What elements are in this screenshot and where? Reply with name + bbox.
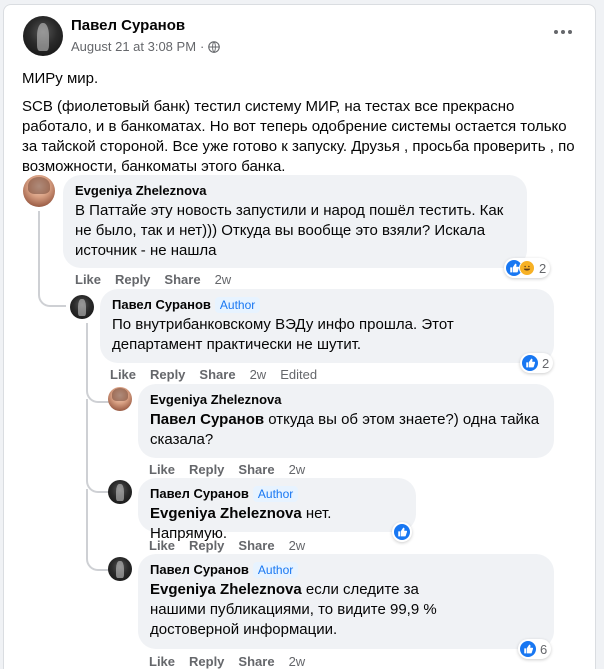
share-button[interactable]: Share [199, 367, 235, 382]
author-badge: Author [214, 297, 261, 313]
comment-actions: Like Reply Share 2w [149, 538, 319, 553]
comment-reactions[interactable]: 6 [518, 639, 552, 659]
comment-actions: Like Reply Share 2w [149, 654, 319, 669]
comment-reactions[interactable]: 2 [504, 258, 551, 278]
comment-author[interactable]: Павел Суранов [112, 297, 211, 312]
share-button[interactable]: Share [238, 538, 274, 553]
comment-author[interactable]: Павел Суранов [150, 486, 249, 501]
comment-time[interactable]: 2w [289, 654, 306, 669]
comment-time[interactable]: 2w [215, 272, 232, 287]
commenter-avatar[interactable] [108, 480, 132, 504]
comment-bubble: Evgeniya Zheleznova Павел Суранов откуда… [138, 384, 554, 458]
post-title-line: МИРу мир. [22, 70, 99, 87]
post-card: Павел Суранов August 21 at 3:08 PM · МИР… [3, 4, 596, 669]
edited-label: Edited [280, 367, 318, 382]
reaction-count: 2 [542, 355, 550, 371]
comment-actions: Like Reply Share 2w [75, 272, 245, 287]
commenter-avatar[interactable] [108, 557, 132, 581]
reply-button[interactable]: Reply [189, 462, 224, 477]
like-button[interactable]: Like [75, 272, 101, 287]
reaction-count: 2 [539, 260, 547, 276]
comment-text: Павел Суранов откуда вы об этом знаете?)… [150, 410, 542, 450]
thread-line [38, 211, 66, 307]
comment-bubble: Evgeniya Zheleznova В Паттайе эту новост… [63, 175, 527, 268]
more-options-button[interactable] [552, 25, 574, 37]
post-meta: August 21 at 3:08 PM · [71, 39, 221, 54]
comment-bubble: Павел Суранов Author Evgeniya Zheleznova … [138, 554, 554, 649]
comment-actions: Like Reply Share 2w Edited [110, 367, 317, 382]
post-date[interactable]: August 21 at 3:08 PM [71, 39, 196, 54]
more-horizontal-icon [554, 30, 572, 34]
comment-bubble: Павел Суранов Author Evgeniya Zheleznova … [138, 478, 416, 542]
comment-author-line: Павел Суранов Author [112, 297, 542, 313]
mention-link[interactable]: Evgeniya Zheleznova [150, 505, 302, 522]
comment-author[interactable]: Павел Суранов [150, 562, 249, 577]
comment-reactions[interactable] [392, 522, 412, 542]
comment-author-line: Павел Суранов Author [150, 486, 404, 502]
like-reaction-icon [522, 355, 538, 371]
mention-link[interactable]: Evgeniya Zheleznova [150, 581, 302, 598]
comment-bubble: Павел Суранов Author По внутрибанковскому… [100, 289, 554, 363]
like-button[interactable]: Like [149, 538, 175, 553]
like-reaction-icon [520, 641, 536, 657]
reply-button[interactable]: Reply [189, 538, 224, 553]
commenter-avatar[interactable] [70, 295, 94, 319]
comment-author-line: Павел Суранов Author [150, 562, 542, 578]
comment-time[interactable]: 2w [289, 538, 306, 553]
reply-button[interactable]: Reply [150, 367, 185, 382]
thread-line [86, 489, 110, 571]
post-author-avatar[interactable] [23, 16, 63, 56]
share-button[interactable]: Share [238, 462, 274, 477]
commenter-avatar[interactable] [23, 175, 55, 207]
comment-time[interactable]: 2w [250, 367, 267, 382]
like-button[interactable]: Like [110, 367, 136, 382]
comment-actions: Like Reply Share 2w [149, 462, 319, 477]
comment-author[interactable]: Evgeniya Zheleznova [75, 183, 515, 199]
reply-button[interactable]: Reply [189, 654, 224, 669]
thread-line [86, 399, 110, 493]
haha-reaction-icon [519, 260, 535, 276]
like-reaction-icon [394, 524, 410, 540]
commenter-avatar[interactable] [108, 387, 132, 411]
author-badge: Author [252, 562, 299, 578]
comment-text: В Паттайе эту новость запустили и народ … [75, 202, 504, 259]
comment-reactions[interactable]: 2 [520, 353, 554, 373]
post-body: SCB (фиолетовый банк) тестил систему МИР… [22, 98, 575, 175]
post-author-name[interactable]: Павел Суранов [71, 17, 185, 34]
meta-separator: · [200, 39, 205, 54]
like-button[interactable]: Like [149, 462, 175, 477]
comment-text: По внутрибанковскому ВЭДу инфо прошла. Э… [112, 316, 454, 353]
globe-icon [208, 40, 221, 53]
comment-author[interactable]: Evgeniya Zheleznova [150, 392, 542, 408]
like-button[interactable]: Like [149, 654, 175, 669]
reaction-count: 6 [540, 641, 548, 657]
comment-time[interactable]: 2w [289, 462, 306, 477]
comment-text: Evgeniya Zheleznova если следите за наши… [150, 580, 470, 640]
author-badge: Author [252, 486, 299, 502]
reply-button[interactable]: Reply [115, 272, 150, 287]
share-button[interactable]: Share [164, 272, 200, 287]
mention-link[interactable]: Павел Суранов [150, 411, 264, 428]
share-button[interactable]: Share [238, 654, 274, 669]
